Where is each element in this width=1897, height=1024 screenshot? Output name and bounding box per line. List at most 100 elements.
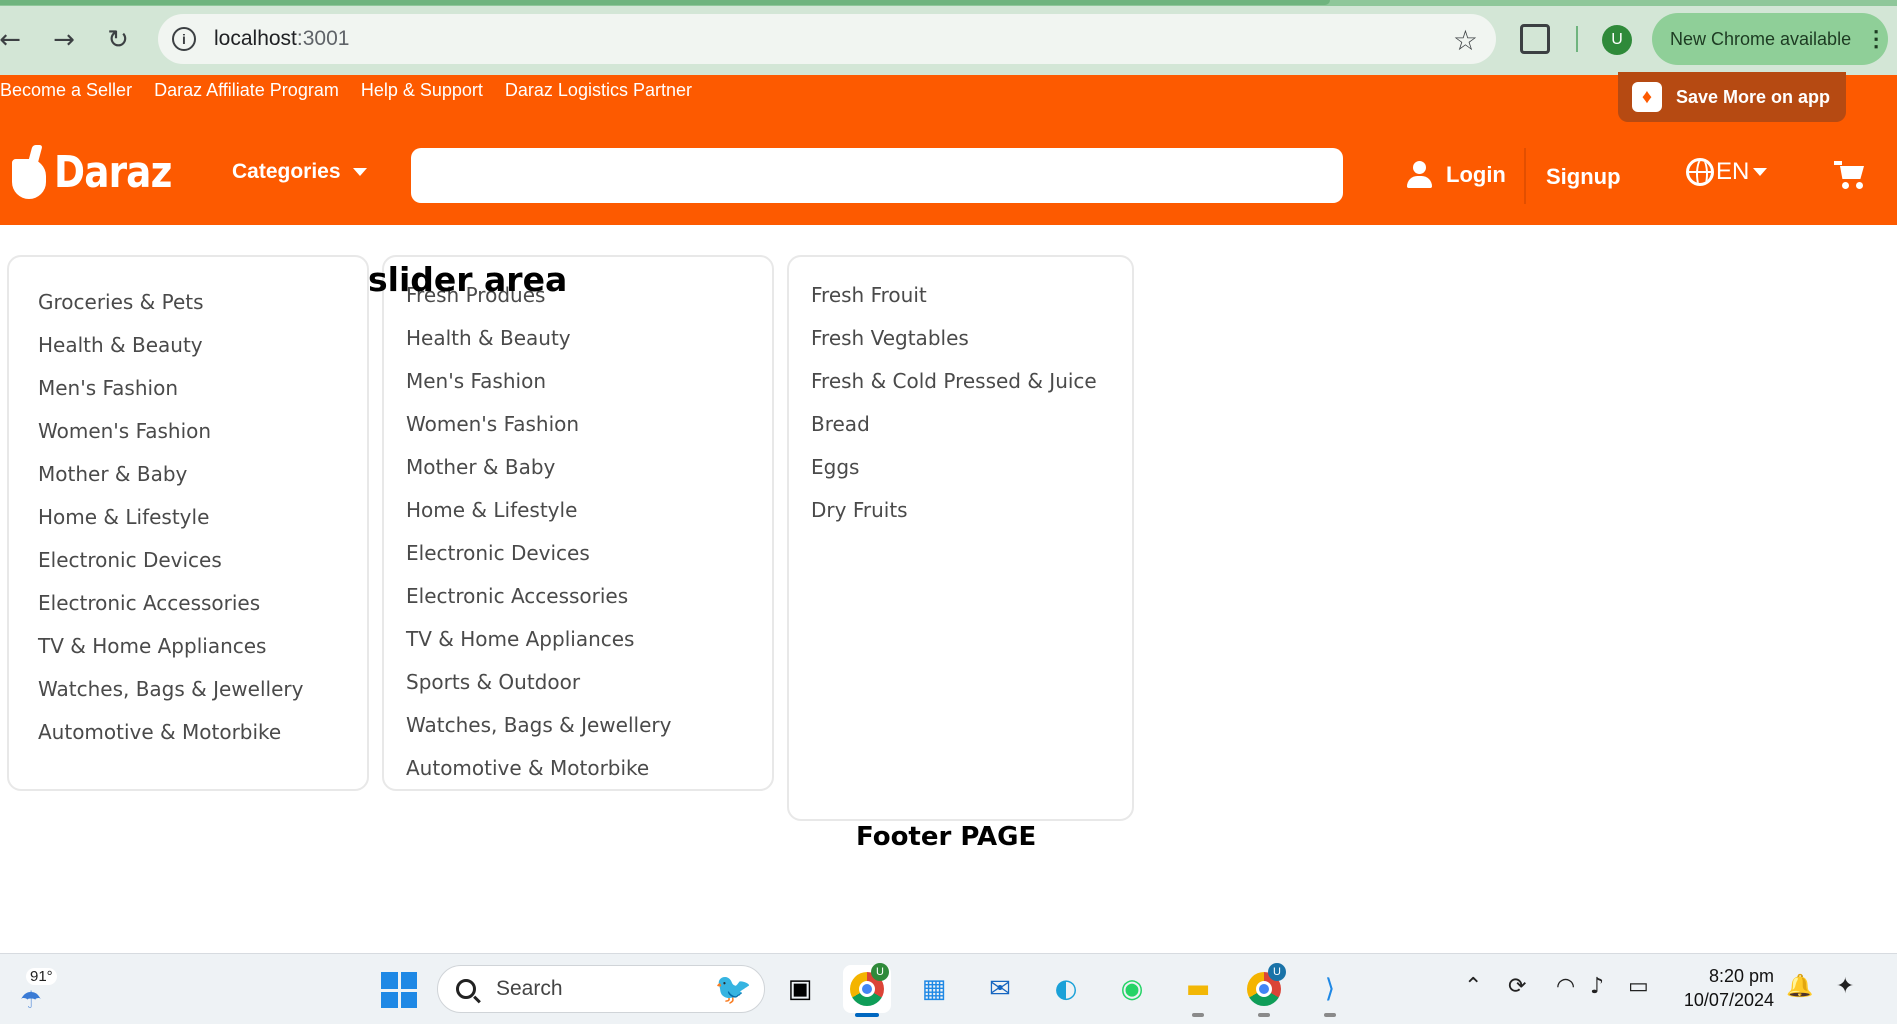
language-selector[interactable]: EN: [1686, 158, 1768, 186]
volume-icon[interactable]: ♪: [1590, 974, 1604, 999]
menu-item[interactable]: Watches, Bags & Jewellery: [38, 668, 303, 711]
top-link-become-seller[interactable]: Become a Seller: [0, 80, 132, 101]
battery-icon[interactable]: ▭: [1628, 974, 1649, 999]
menu-item[interactable]: Electronic Accessories: [38, 582, 303, 625]
temperature: 91°: [26, 968, 57, 985]
daraz-app-icon: ♦: [1632, 82, 1662, 112]
categories-label: Categories: [232, 160, 341, 183]
cart-icon[interactable]: [1834, 160, 1866, 190]
update-label: New Chrome available: [1670, 28, 1852, 49]
mail-icon[interactable]: ✉: [976, 965, 1024, 1013]
menu-item[interactable]: Fresh Vegtables: [811, 317, 1097, 360]
menu-item[interactable]: Home & Lifestyle: [38, 496, 303, 539]
top-link-logistics[interactable]: Daraz Logistics Partner: [505, 80, 692, 101]
toolbar-divider: [1576, 26, 1578, 52]
microsoft-store-icon[interactable]: ▦: [910, 965, 958, 1013]
site-info-icon[interactable]: i: [172, 27, 196, 51]
menu-item[interactable]: Health & Beauty: [406, 317, 671, 360]
login-label: Login: [1446, 162, 1506, 187]
menu-item[interactable]: Women's Fashion: [38, 410, 303, 453]
menu-item[interactable]: Men's Fashion: [38, 367, 303, 410]
top-link-help[interactable]: Help & Support: [361, 80, 483, 101]
windows-start-icon[interactable]: [381, 972, 417, 1008]
menu-item[interactable]: Health & Beauty: [38, 324, 303, 367]
menu-item[interactable]: Fresh & Cold Pressed & Juice: [811, 360, 1097, 403]
chrome-profile-badge: U: [1268, 963, 1286, 981]
menu-item[interactable]: TV & Home Appliances: [406, 618, 671, 661]
taskbar-search-label: Search: [496, 977, 563, 1000]
menu-item[interactable]: Electronic Devices: [38, 539, 303, 582]
chrome-profile-badge: U: [871, 963, 889, 981]
file-explorer-icon[interactable]: ▬: [1174, 965, 1222, 1017]
chrome-update-button[interactable]: New Chrome available ⋮: [1652, 13, 1888, 65]
umbrella-icon: ☂: [20, 986, 42, 1014]
caret-down-icon: [1753, 168, 1768, 176]
notification-bell-icon[interactable]: 🔔: [1786, 974, 1813, 999]
search-input[interactable]: [411, 148, 1343, 203]
bird-illustration-icon: 🐦: [714, 973, 752, 1006]
menu-item[interactable]: Automotive & Motorbike: [406, 747, 671, 790]
chrome-taskbar-icon[interactable]: U: [843, 963, 891, 1017]
url-host: localhost: [214, 27, 297, 50]
menu-item[interactable]: Watches, Bags & Jewellery: [406, 704, 671, 747]
system-clock[interactable]: 8:20 pm 10/07/2024: [1670, 964, 1774, 1012]
menu-item[interactable]: Electronic Devices: [406, 532, 671, 575]
globe-icon: [1686, 158, 1714, 186]
url-text[interactable]: localhost:3001: [214, 27, 349, 51]
menu-list-level-1: Groceries & Pets Health & Beauty Men's F…: [38, 281, 303, 754]
bookmark-star-icon[interactable]: ☆: [1453, 24, 1478, 57]
chevron-up-icon[interactable]: ⌃: [1464, 974, 1482, 999]
menu-item[interactable]: Bread: [811, 403, 1097, 446]
menu-item[interactable]: Fresh Frouit: [811, 274, 1097, 317]
search-icon: [456, 979, 476, 999]
save-more-app-button[interactable]: ♦ Save More on app: [1618, 72, 1846, 122]
caret-down-icon: [352, 168, 367, 176]
chrome-taskbar-icon-2[interactable]: U: [1240, 963, 1288, 1017]
task-view-icon[interactable]: ▣: [776, 965, 824, 1013]
slider-area-heading: slider area: [368, 260, 568, 299]
menu-item[interactable]: Dry Fruits: [811, 489, 1097, 532]
menu-item[interactable]: Women's Fashion: [406, 403, 671, 446]
vscode-icon[interactable]: ⟩: [1306, 965, 1354, 1017]
active-tab-edge: [0, 0, 1330, 5]
menu-item[interactable]: TV & Home Appliances: [38, 625, 303, 668]
categories-dropdown[interactable]: Categories: [232, 160, 367, 184]
menu-item[interactable]: Electronic Accessories: [406, 575, 671, 618]
menu-item[interactable]: Automotive & Motorbike: [38, 711, 303, 754]
wifi-icon[interactable]: ◠: [1556, 974, 1575, 999]
taskbar-search[interactable]: Search 🐦: [437, 965, 765, 1013]
extensions-icon[interactable]: [1520, 24, 1550, 54]
menu-item[interactable]: Sports & Outdoor: [406, 661, 671, 704]
login-divider: [1524, 148, 1526, 204]
address-bar[interactable]: i localhost:3001 ☆: [158, 14, 1496, 64]
more-menu-icon: ⋮: [1865, 26, 1888, 51]
daraz-bag-icon: [12, 145, 46, 199]
clock-time: 8:20 pm: [1708, 966, 1774, 986]
language-label: EN: [1716, 158, 1750, 185]
top-link-affiliate[interactable]: Daraz Affiliate Program: [154, 80, 339, 101]
weather-widget[interactable]: 91° ☂: [18, 968, 58, 1014]
top-links-bar: Become a Seller Daraz Affiliate Program …: [0, 80, 692, 101]
save-app-label: Save More on app: [1676, 86, 1831, 107]
copilot-icon[interactable]: ✦: [1836, 974, 1854, 999]
profile-avatar[interactable]: U: [1602, 25, 1632, 55]
menu-item[interactable]: Eggs: [811, 446, 1097, 489]
forward-icon[interactable]: →: [46, 22, 82, 58]
edge-icon[interactable]: ◐: [1042, 965, 1090, 1013]
reload-icon[interactable]: ↻: [100, 22, 136, 58]
user-icon: [1406, 161, 1432, 189]
menu-list-level-3: Fresh Frouit Fresh Vegtables Fresh & Col…: [811, 274, 1097, 532]
daraz-logo[interactable]: Daraz: [12, 145, 192, 199]
signup-button[interactable]: Signup: [1546, 164, 1621, 190]
menu-item[interactable]: Home & Lifestyle: [406, 489, 671, 532]
menu-item[interactable]: Mother & Baby: [38, 453, 303, 496]
login-button[interactable]: Login: [1406, 161, 1506, 189]
sync-icon[interactable]: ⟳: [1508, 974, 1526, 999]
logo-text: Daraz: [54, 146, 172, 198]
whatsapp-icon[interactable]: ◉: [1108, 965, 1156, 1013]
footer-heading: Footer PAGE: [856, 822, 1037, 852]
menu-item[interactable]: Mother & Baby: [406, 446, 671, 489]
back-icon[interactable]: ←: [0, 22, 28, 58]
menu-item[interactable]: Groceries & Pets: [38, 281, 303, 324]
menu-item[interactable]: Men's Fashion: [406, 360, 671, 403]
